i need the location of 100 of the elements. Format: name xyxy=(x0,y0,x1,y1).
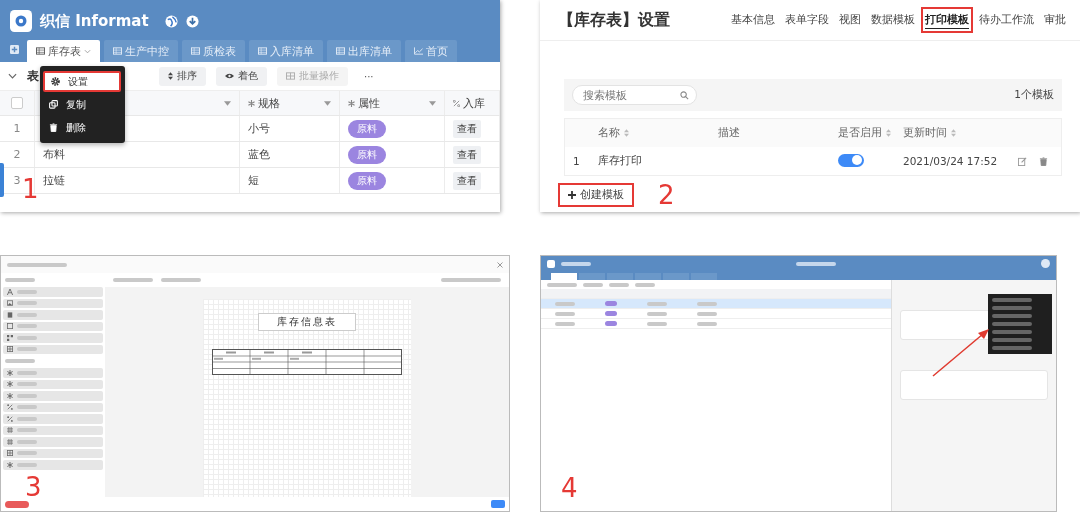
grid-icon xyxy=(336,47,345,55)
view-button[interactable]: 查看 xyxy=(453,171,481,190)
settings-tab[interactable]: 数据模板 xyxy=(867,7,919,33)
sort-icon xyxy=(951,129,956,137)
component-item[interactable] xyxy=(3,425,103,435)
close-icon[interactable] xyxy=(497,261,503,268)
blurred-group-heading xyxy=(5,359,35,363)
view-tab[interactable] xyxy=(635,273,661,280)
view-tab[interactable] xyxy=(551,273,577,280)
component-item[interactable] xyxy=(3,437,103,447)
blurred-toolbar-button[interactable] xyxy=(583,282,603,287)
component-item[interactable] xyxy=(3,321,103,331)
more-button[interactable]: ··· xyxy=(358,70,380,82)
avatar-icon[interactable] xyxy=(1041,259,1050,268)
edit-icon[interactable] xyxy=(1018,156,1027,166)
settings-tab[interactable]: 待办工作流 xyxy=(975,7,1038,33)
blurred-app-name xyxy=(796,261,836,266)
component-item[interactable] xyxy=(3,448,103,458)
menu-item[interactable]: 设置 xyxy=(43,71,121,92)
row-number: 1 xyxy=(573,155,580,167)
blurred-title xyxy=(7,262,67,267)
row-number: 2 xyxy=(13,148,21,161)
blurred-redo-label[interactable] xyxy=(161,278,201,282)
asterisk-icon xyxy=(7,369,13,376)
chart-icon xyxy=(414,47,423,55)
component-item[interactable] xyxy=(3,379,103,389)
column-header[interactable]: 是否启用 xyxy=(838,126,891,140)
table-row[interactable] xyxy=(541,319,891,329)
component-item[interactable] xyxy=(3,460,103,470)
add-icon[interactable] xyxy=(10,45,19,54)
link-icon xyxy=(7,415,13,422)
create-template-button[interactable]: 创建模板 xyxy=(558,183,634,207)
category-tag: 原料 xyxy=(348,171,386,190)
view-tab[interactable] xyxy=(607,273,633,280)
logo-icon xyxy=(547,259,555,268)
caret-icon[interactable] xyxy=(324,100,331,106)
column-header: 规格 xyxy=(258,95,280,111)
blurred-toolbar-button[interactable] xyxy=(635,282,655,287)
column-header: 描述 xyxy=(718,126,740,140)
delete-button[interactable] xyxy=(5,500,29,508)
table-row[interactable] xyxy=(541,299,891,309)
component-item[interactable] xyxy=(3,333,103,343)
settings-tab[interactable]: 基本信息 xyxy=(727,7,779,33)
column-header[interactable]: 名称 xyxy=(598,126,629,140)
collapse-icon[interactable] xyxy=(8,73,17,79)
component-item[interactable] xyxy=(3,298,103,308)
globe-icon[interactable] xyxy=(164,14,178,28)
component-item[interactable] xyxy=(3,414,103,424)
asterisk-icon xyxy=(7,381,13,388)
view-tab[interactable] xyxy=(579,273,605,280)
component-item[interactable] xyxy=(3,391,103,401)
table-row[interactable] xyxy=(541,309,891,319)
blurred-undo-label[interactable] xyxy=(113,278,153,282)
caret-icon[interactable] xyxy=(224,100,231,106)
link-icon xyxy=(453,99,460,107)
menu-item[interactable]: 复制 xyxy=(43,94,121,115)
caret-icon[interactable] xyxy=(429,100,436,106)
settings-tab[interactable]: 表单字段 xyxy=(781,7,833,33)
menu-item[interactable]: 删除 xyxy=(43,117,121,138)
component-item[interactable] xyxy=(3,368,103,378)
component-item[interactable] xyxy=(3,402,103,412)
settings-tab[interactable]: 打印模板 xyxy=(921,7,973,33)
page-title: 【库存表】设置 xyxy=(558,9,671,31)
sidebar-handle[interactable] xyxy=(0,163,4,197)
settings-tab[interactable]: 审批 xyxy=(1040,7,1070,33)
blurred-toolbar-button[interactable] xyxy=(547,282,577,287)
table-cell: 库存打印 xyxy=(598,154,642,166)
component-item[interactable] xyxy=(3,310,103,320)
grid-icon xyxy=(113,47,122,55)
view-button[interactable]: 查看 xyxy=(453,145,481,164)
settings-tab[interactable]: 视图 xyxy=(835,7,865,33)
view-button[interactable]: 查看 xyxy=(453,119,481,138)
asterisk-icon xyxy=(248,99,255,107)
search-field[interactable]: 搜索模板 xyxy=(572,85,697,105)
asterisk-icon xyxy=(7,392,13,399)
document-title[interactable]: 库存信息表 xyxy=(258,313,356,331)
grid-icon xyxy=(258,47,267,55)
toggle-switch[interactable] xyxy=(838,153,864,167)
blurred-app-title xyxy=(561,261,591,266)
component-item[interactable] xyxy=(3,287,103,297)
view-tab[interactable]: 库存表 xyxy=(27,40,100,62)
sort-icon xyxy=(624,129,629,137)
hash-icon xyxy=(7,427,13,434)
view-tab[interactable] xyxy=(691,273,717,280)
step-number: 2 xyxy=(658,182,675,208)
download-icon[interactable] xyxy=(185,14,199,28)
column-header[interactable]: 更新时间 xyxy=(903,126,956,140)
document-table[interactable] xyxy=(212,349,402,375)
eye-icon xyxy=(225,73,234,79)
view-tab[interactable] xyxy=(663,273,689,280)
trash-icon[interactable] xyxy=(1039,156,1048,166)
add-icon xyxy=(568,191,576,199)
document-icon xyxy=(7,311,13,318)
toolbar-button[interactable]: 排序 xyxy=(159,66,206,86)
view-label: 表 xyxy=(27,67,39,85)
toolbar-button[interactable]: 着色 xyxy=(216,66,267,86)
save-button[interactable] xyxy=(491,500,505,508)
component-item[interactable] xyxy=(3,344,103,354)
checkbox[interactable] xyxy=(11,97,23,109)
blurred-toolbar-button[interactable] xyxy=(609,282,629,287)
